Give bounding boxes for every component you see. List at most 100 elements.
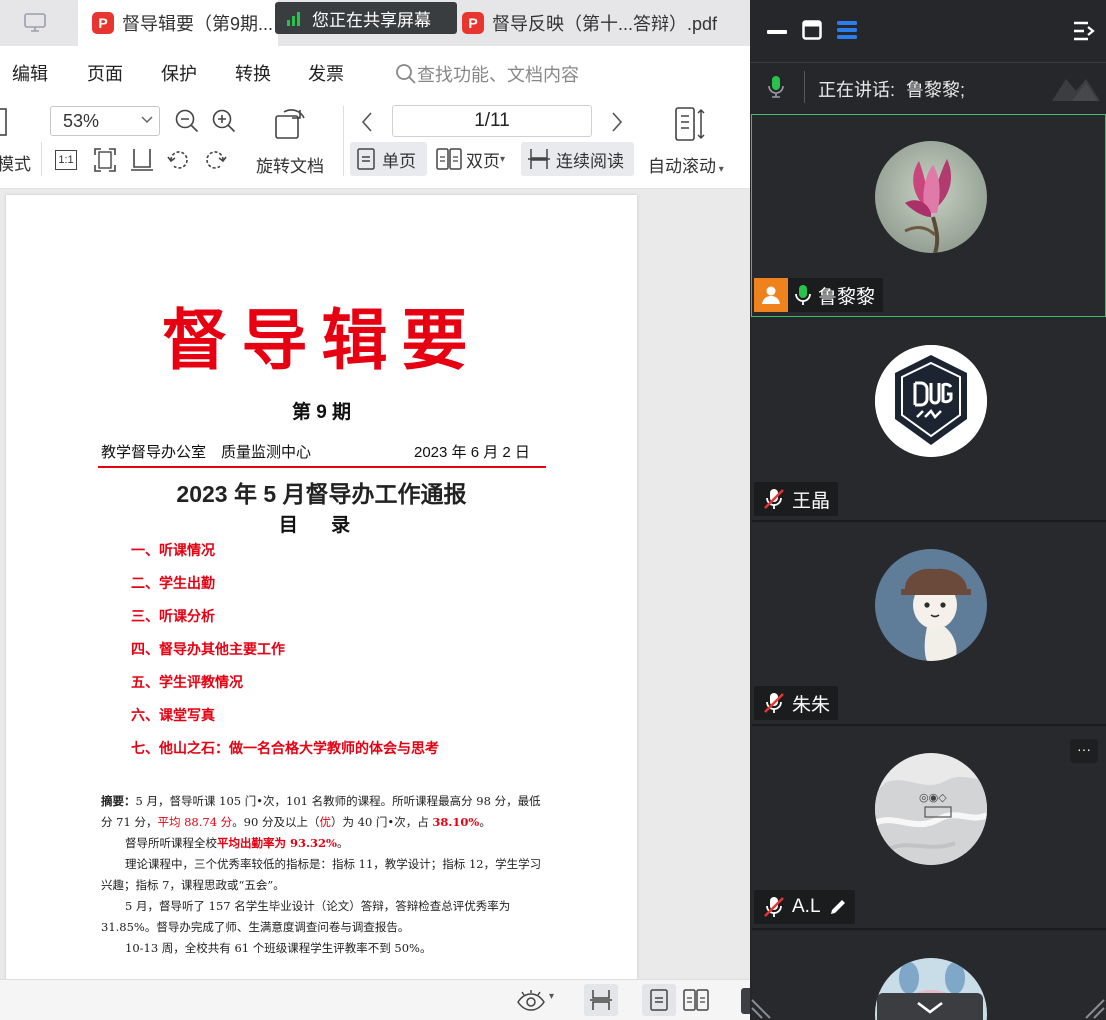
actual-size-button[interactable]: 1:1 <box>55 150 77 170</box>
toc-item[interactable]: 四、督导办其他主要工作 <box>131 639 285 659</box>
layout-list-icon[interactable] <box>836 20 858 40</box>
next-page-icon[interactable] <box>610 111 624 133</box>
mode-button[interactable]: 模式 <box>0 150 31 175</box>
abstract-text: 。90 分及以上（ <box>232 815 320 829</box>
participant-name: 王晶 <box>792 490 831 512</box>
divider <box>41 142 42 176</box>
home-tab[interactable] <box>0 0 70 46</box>
chevron-down-icon <box>917 1001 943 1014</box>
toc-title: 目 录 <box>278 515 365 536</box>
document-icon <box>0 108 7 136</box>
report-heading: 2023 年 5 月督导办工作通报 <box>176 481 467 507</box>
resize-handle-icon[interactable] <box>750 996 772 1020</box>
rotate-left-icon[interactable] <box>166 147 192 173</box>
dropdown-caret-icon: ▾ <box>716 164 724 175</box>
previous-page-icon[interactable] <box>360 111 374 133</box>
abstract-text: 。 <box>479 815 491 829</box>
toc-item[interactable]: 六、课堂写真 <box>131 705 215 725</box>
chevron-down-icon <box>141 116 153 124</box>
host-badge-icon <box>754 278 788 312</box>
double-page-icon[interactable] <box>683 989 709 1011</box>
page-number-input[interactable]: 1/11 <box>392 105 592 137</box>
zoom-in-icon[interactable] <box>211 108 237 134</box>
menu-invoice[interactable]: 发票 <box>308 60 344 86</box>
participant-nametag: 鲁黎黎 <box>754 278 884 312</box>
more-options-button[interactable]: ··· <box>1070 739 1098 763</box>
toc-item[interactable]: 三、听课分析 <box>131 606 215 626</box>
abstract-paragraph-5: 10-13 周，全校共有 61 个班级课程学生评教率不到 50%。 <box>125 941 432 955</box>
speaking-name: 鲁黎黎; <box>906 80 966 100</box>
auto-scroll-icon[interactable] <box>674 106 708 142</box>
abstract-text: ）为 40 门•次，占 <box>330 815 433 829</box>
abstract-text: 5 月，督导听课 105 门•次，101 名教师的课程。所听课程最高分 98 分… <box>135 794 518 808</box>
function-search[interactable]: 查找功能、文档内容 <box>395 61 579 87</box>
participant-tile[interactable]: ◎◉◇ ··· A.L <box>752 727 1106 930</box>
fit-page-icon[interactable] <box>93 147 117 173</box>
rotate-document-icon[interactable] <box>272 104 310 142</box>
tab-document-2[interactable]: P 督导反映（第十...答辩）.pdf <box>460 0 750 46</box>
participant-name: A.L <box>792 896 821 917</box>
participant-tile[interactable]: 朱朱 <box>752 523 1106 726</box>
scroll-down-button[interactable] <box>877 993 983 1020</box>
abstract-label: 摘要： <box>101 794 136 808</box>
single-page-button[interactable]: 单页 <box>350 142 427 176</box>
auto-scroll-button[interactable]: 自动滚动 ▾ <box>648 152 724 177</box>
meeting-panel: 正在讲话: 鲁黎黎; 鲁黎黎 王晶 朱朱 ◎◉◇ ··· A.L <box>750 0 1106 1020</box>
dropdown-caret-icon[interactable]: ▾ <box>549 991 554 1002</box>
microphone-muted-icon <box>764 693 784 713</box>
tab-document-2-label: 督导反映（第十...答辩）.pdf <box>492 14 718 34</box>
continuous-reading-icon <box>528 149 550 169</box>
zoom-select[interactable]: 53% <box>50 106 160 136</box>
document-viewport[interactable]: 督导辑要 第 9 期 教学督导办公室 质量监测中心 2023 年 6 月 2 日… <box>0 189 750 979</box>
microphone-icon <box>795 285 811 305</box>
participant-tile[interactable]: 王晶 <box>752 319 1106 522</box>
continuous-reading-label: 连续阅读 <box>556 151 624 171</box>
monitor-icon <box>24 13 46 32</box>
continuous-view-button[interactable] <box>584 984 618 1016</box>
rotate-document-button[interactable]: 旋转文档 <box>256 152 324 177</box>
avatar <box>875 345 987 457</box>
toc-item[interactable]: 五、学生评教情况 <box>131 672 243 692</box>
single-page-view-button[interactable] <box>642 984 676 1016</box>
tab-document-1[interactable]: P 督导辑要（第9期... <box>78 0 278 46</box>
rotate-right-icon[interactable] <box>202 147 228 173</box>
collapse-panel-icon[interactable] <box>1072 20 1096 42</box>
menu-edit[interactable]: 编辑 <box>12 60 48 86</box>
microphone-muted-icon <box>764 897 784 917</box>
microphone-icon <box>768 76 784 98</box>
double-page-button[interactable]: 双页 ▾ <box>430 142 518 176</box>
menu-protect[interactable]: 保护 <box>161 60 197 86</box>
toc-item[interactable]: 二、学生出勤 <box>131 573 215 593</box>
participant-name: 鲁黎黎 <box>818 286 876 308</box>
menu-bar: 编辑 页面 保护 转换 发票 <box>0 46 750 98</box>
zoom-out-icon[interactable] <box>174 108 200 134</box>
single-page-icon <box>650 989 668 1011</box>
red-divider <box>98 466 546 468</box>
search-placeholder: 查找功能、文档内容 <box>417 65 579 85</box>
participant-name: 朱朱 <box>792 694 831 716</box>
speaker-indicator: 正在讲话: 鲁黎黎; <box>750 62 1106 113</box>
resize-handle-icon[interactable] <box>1084 996 1106 1020</box>
participant-tile[interactable]: 鲁黎黎 <box>751 114 1106 317</box>
menu-convert[interactable]: 转换 <box>235 60 271 86</box>
screen-share-banner[interactable]: 您正在共享屏幕 <box>275 2 457 34</box>
fit-width-icon[interactable] <box>130 147 154 173</box>
toc-item[interactable]: 一、听课情况 <box>131 540 215 560</box>
search-icon <box>396 64 416 84</box>
participant-nametag: 王晶 <box>754 482 839 516</box>
toc-item[interactable]: 七、他山之石：做一名合格大学教师的体会与思考 <box>131 738 439 758</box>
single-page-icon <box>357 148 375 170</box>
avatar <box>875 549 987 661</box>
eye-protection-icon[interactable] <box>516 989 546 1013</box>
menu-page[interactable]: 页面 <box>87 60 123 86</box>
continuous-reading-button[interactable]: 连续阅读 <box>521 142 634 176</box>
pdf-icon: P <box>462 12 484 34</box>
pdf-icon: P <box>92 12 114 34</box>
window-icon[interactable] <box>802 20 822 40</box>
abstract-paragraph-1: 摘要：5 月，督导听课 105 门•次，101 名教师的课程。所听课程最高分 9… <box>101 791 551 833</box>
status-bar: ▾ <box>0 979 750 1020</box>
pencil-icon <box>830 900 845 914</box>
issue-date: 2023 年 6 月 2 日 <box>414 444 530 461</box>
tab-document-1-label: 督导辑要（第9期... <box>122 14 274 34</box>
minimize-icon[interactable] <box>766 22 788 42</box>
